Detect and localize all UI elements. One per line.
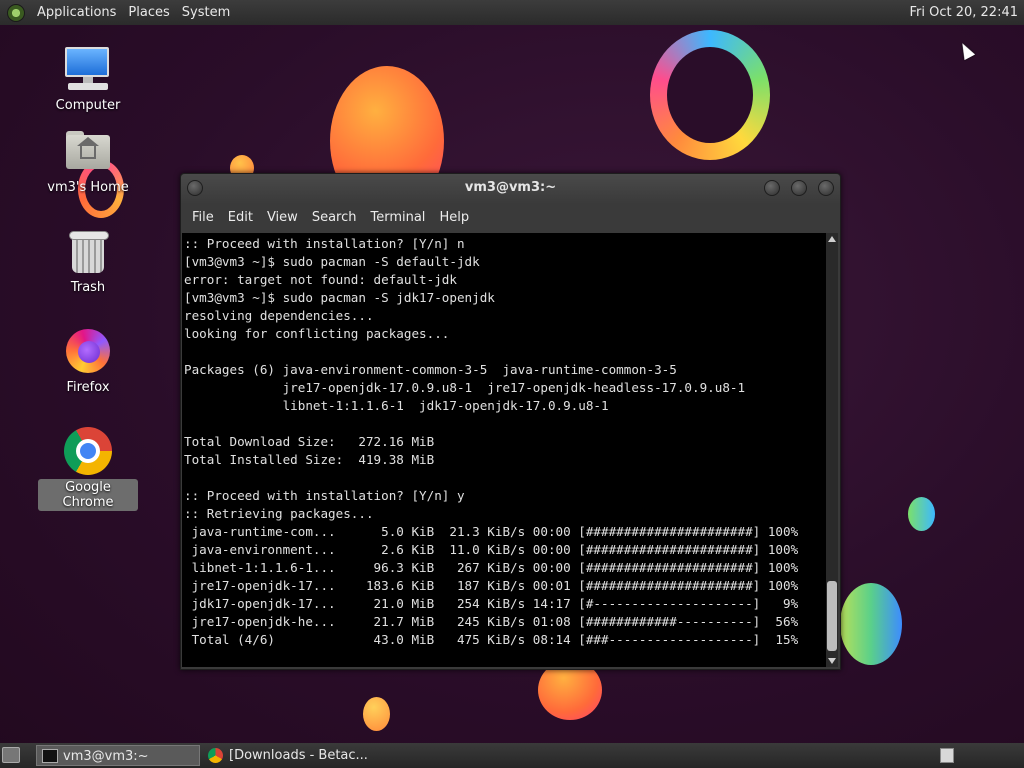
system-menu[interactable]: System bbox=[176, 0, 236, 25]
scroll-down-icon[interactable] bbox=[828, 658, 836, 664]
desktop-icon-label: Computer bbox=[55, 98, 121, 113]
desktop-icon-chrome[interactable]: Google Chrome bbox=[38, 427, 138, 511]
close-icon[interactable] bbox=[818, 180, 834, 196]
terminal-output-area[interactable]: :: Proceed with installation? [Y/n] n [v… bbox=[182, 233, 826, 667]
minimize-icon[interactable] bbox=[764, 180, 780, 196]
chrome-icon bbox=[208, 748, 223, 763]
workspace-switcher[interactable] bbox=[940, 748, 954, 763]
bottom-panel: vm3@vm3:~ [Downloads - Betac... bbox=[0, 743, 1024, 768]
panel-menu: Applications Places System bbox=[0, 0, 236, 25]
taskbar-item-terminal[interactable]: vm3@vm3:~ bbox=[36, 745, 200, 766]
taskbar-item-label: vm3@vm3:~ bbox=[63, 749, 149, 764]
terminal-menubar: File Edit View Search Terminal Help bbox=[181, 204, 840, 232]
wallpaper-green-blob-small bbox=[908, 497, 935, 531]
show-desktop-icon[interactable] bbox=[2, 747, 20, 763]
desktop-icon-label: Trash bbox=[70, 280, 106, 295]
panel-clock[interactable]: Fri Oct 20, 22:41 bbox=[909, 0, 1020, 25]
wallpaper-green-blob bbox=[840, 583, 902, 665]
chrome-icon bbox=[64, 427, 112, 475]
menu-search[interactable]: Search bbox=[305, 204, 364, 232]
desktop-icon-label: vm3's Home bbox=[47, 180, 129, 195]
menu-view[interactable]: View bbox=[260, 204, 305, 232]
menu-terminal[interactable]: Terminal bbox=[363, 204, 432, 232]
terminal-output-text: :: Proceed with installation? [Y/n] n [v… bbox=[184, 236, 799, 647]
scroll-up-icon[interactable] bbox=[828, 236, 836, 242]
wallpaper-small-blob-bottom bbox=[363, 697, 390, 731]
window-title: vm3@vm3:~ bbox=[464, 180, 557, 195]
menu-file[interactable]: File bbox=[185, 204, 221, 232]
menu-edit[interactable]: Edit bbox=[221, 204, 260, 232]
scrollbar-thumb[interactable] bbox=[827, 581, 837, 651]
trash-icon bbox=[64, 227, 112, 275]
computer-icon bbox=[64, 45, 112, 93]
taskbar-item-chrome[interactable]: [Downloads - Betac... bbox=[203, 745, 403, 766]
home-folder-icon bbox=[64, 127, 112, 175]
applications-menu[interactable]: Applications bbox=[31, 0, 122, 25]
menu-help[interactable]: Help bbox=[432, 204, 476, 232]
wallpaper-rainbow-ring bbox=[650, 30, 770, 160]
taskbar-item-label: [Downloads - Betac... bbox=[229, 748, 368, 763]
maximize-icon[interactable] bbox=[791, 180, 807, 196]
terminal-scrollbar[interactable] bbox=[826, 233, 838, 667]
window-menu-icon[interactable] bbox=[187, 180, 203, 196]
places-menu[interactable]: Places bbox=[122, 0, 175, 25]
distro-logo-icon[interactable] bbox=[7, 3, 25, 22]
desktop-icon-firefox[interactable]: Firefox bbox=[38, 327, 138, 396]
desktop-icon-label: Firefox bbox=[66, 380, 110, 395]
top-panel: Applications Places System Fri Oct 20, 2… bbox=[0, 0, 1024, 25]
terminal-window[interactable]: vm3@vm3:~ File Edit View Search Terminal… bbox=[180, 173, 841, 670]
desktop-icon-home[interactable]: vm3's Home bbox=[38, 127, 138, 196]
desktop-icon-trash[interactable]: Trash bbox=[38, 227, 138, 296]
terminal-titlebar[interactable]: vm3@vm3:~ bbox=[181, 174, 840, 204]
firefox-icon bbox=[64, 327, 112, 375]
terminal-icon bbox=[42, 749, 58, 763]
desktop-icon-label: Google Chrome bbox=[38, 479, 138, 511]
desktop-icon-computer[interactable]: Computer bbox=[38, 45, 138, 114]
